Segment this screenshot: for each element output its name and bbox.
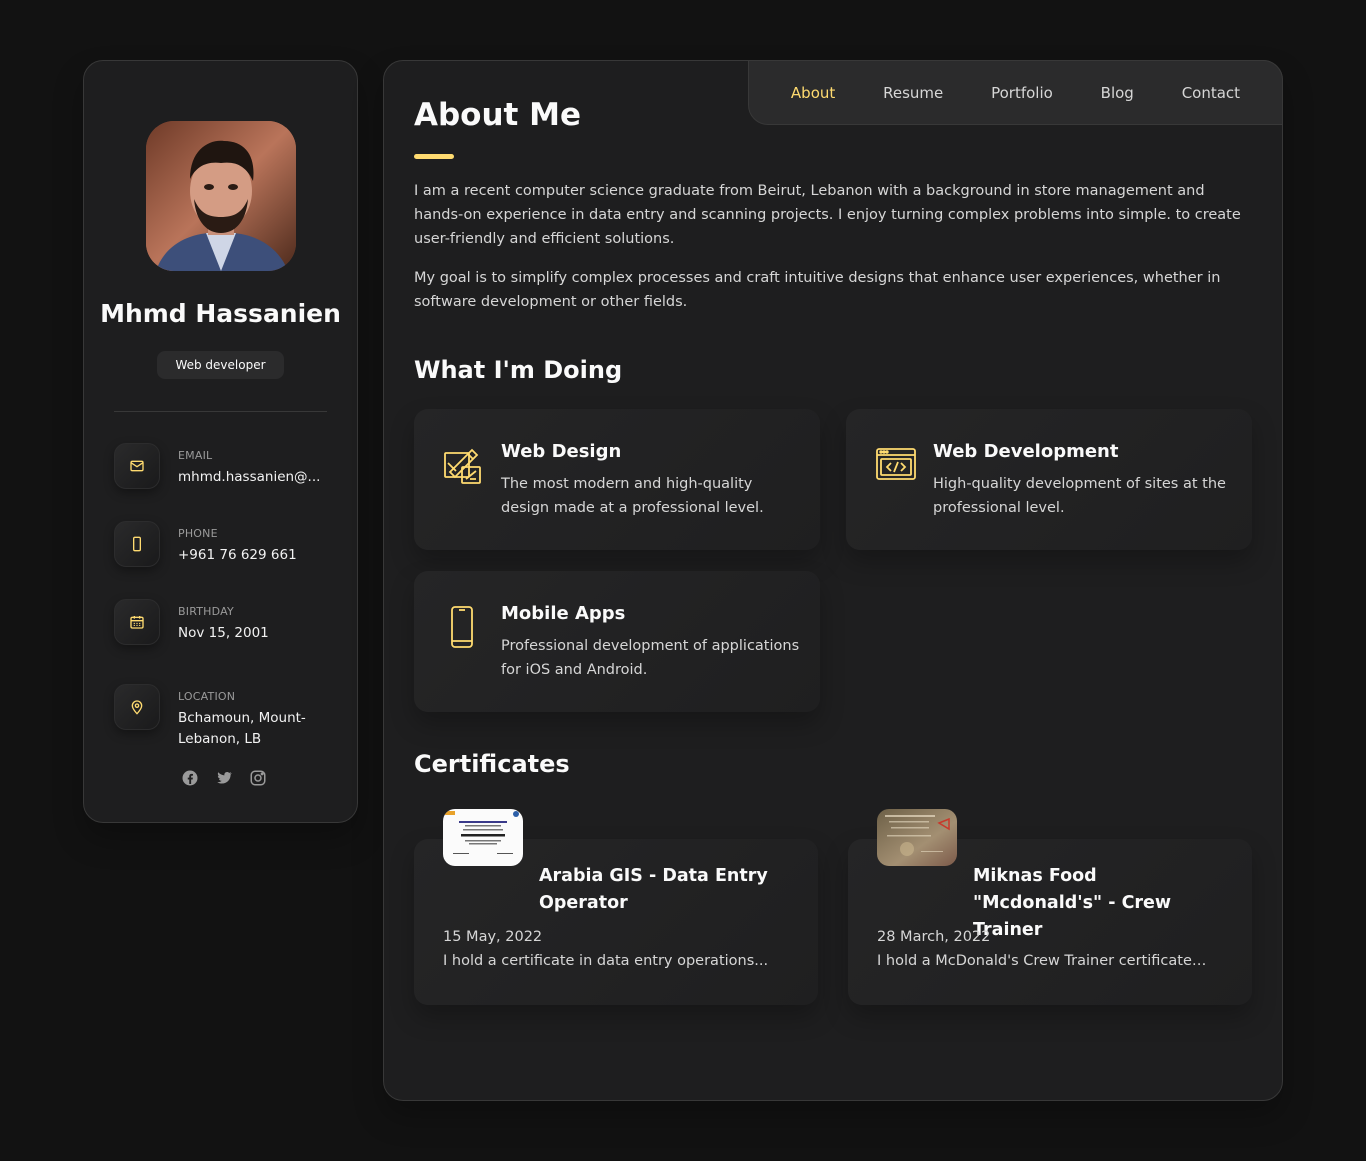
service-title: Mobile Apps — [501, 603, 626, 624]
location-icon — [131, 700, 143, 715]
nav-portfolio[interactable]: Portfolio — [991, 84, 1053, 102]
main-content: About Resume Portfolio Blog Contact Abou… — [383, 60, 1283, 1101]
top-navbar: About Resume Portfolio Blog Contact — [748, 60, 1283, 125]
service-card-mobile-apps: Mobile Apps Professional development of … — [414, 571, 820, 712]
birthday-value: Nov 15, 2001 — [178, 625, 269, 641]
about-paragraph-1: I am a recent computer science graduate … — [414, 183, 1241, 247]
profile-name: Mhmd Hassanien — [100, 299, 341, 328]
certificate-title: Miknas Food "Mcdonald's" - Crew Trainer — [973, 866, 1172, 940]
mail-icon — [130, 460, 144, 472]
service-text: High-quality development of sites at the… — [933, 476, 1226, 516]
social-links — [181, 769, 267, 787]
code-icon — [876, 448, 916, 480]
instagram-icon[interactable] — [249, 769, 267, 787]
birthday-label: BIRTHDAY — [178, 605, 234, 618]
calendar-icon — [130, 616, 144, 629]
avatar-portrait-image — [146, 121, 296, 271]
nav-blog[interactable]: Blog — [1101, 84, 1134, 102]
facebook-icon[interactable] — [181, 769, 199, 787]
mobile-icon — [451, 606, 473, 648]
phone-value[interactable]: +961 76 629 661 — [178, 545, 338, 566]
phone-icon-box — [114, 521, 160, 567]
location-icon-box — [114, 684, 160, 730]
sidebar-divider — [114, 411, 327, 412]
phone-label: PHONE — [178, 527, 218, 540]
about-paragraph-2: My goal is to simplify complex processes… — [414, 270, 1221, 310]
twitter-icon[interactable] — [215, 769, 233, 787]
page-title: About Me — [414, 97, 582, 133]
mail-icon-box — [114, 443, 160, 489]
nav-contact[interactable]: Contact — [1182, 84, 1240, 102]
certificate-card[interactable]: Arabia GIS - Data Entry Operator 15 May,… — [414, 809, 818, 1005]
certificate-image — [877, 809, 957, 866]
service-text: The most modern and high-quality design … — [501, 476, 764, 516]
profile-sidebar: Mhmd Hassanien Web developer EMAIL mhmd.… — [83, 60, 358, 823]
service-text: Professional development of applications… — [501, 638, 800, 678]
certificate-thumbnail — [877, 809, 957, 866]
service-card-web-design: Web Design The most modern and high-qual… — [414, 409, 820, 550]
certificate-date: 15 May, 2022 — [443, 929, 543, 945]
certificate-date: 28 March, 2022 — [877, 929, 991, 945]
certificate-title: Arabia GIS - Data Entry Operator — [539, 866, 768, 913]
certificate-description: I hold a certificate in data entry opera… — [443, 953, 769, 969]
location-value: Bchamoun, Mount-Lebanon, LB — [178, 710, 306, 747]
nav-about[interactable]: About — [791, 84, 835, 102]
phone-icon — [133, 536, 141, 552]
avatar — [146, 121, 296, 271]
email-label: EMAIL — [178, 449, 213, 462]
certificate-image — [443, 809, 523, 866]
nav-resume[interactable]: Resume — [883, 84, 943, 102]
certificate-card[interactable]: Miknas Food "Mcdonald's" - Crew Trainer … — [848, 809, 1252, 1005]
email-value[interactable]: mhmd.hassanien@... — [178, 467, 338, 488]
certificate-description: I hold a McDonald's Crew Trainer certifi… — [877, 953, 1207, 969]
certificates-heading: Certificates — [414, 750, 570, 778]
role-badge: Web developer — [157, 351, 284, 379]
location-label: LOCATION — [178, 690, 236, 703]
design-icon — [444, 448, 481, 484]
certificate-thumbnail — [443, 809, 523, 866]
service-title: Web Design — [501, 441, 622, 462]
service-title: Web Development — [933, 441, 1119, 462]
calendar-icon-box — [114, 599, 160, 645]
services-heading: What I'm Doing — [414, 356, 623, 384]
title-underline — [414, 154, 454, 159]
service-card-web-development: Web Development High-quality development… — [846, 409, 1252, 550]
